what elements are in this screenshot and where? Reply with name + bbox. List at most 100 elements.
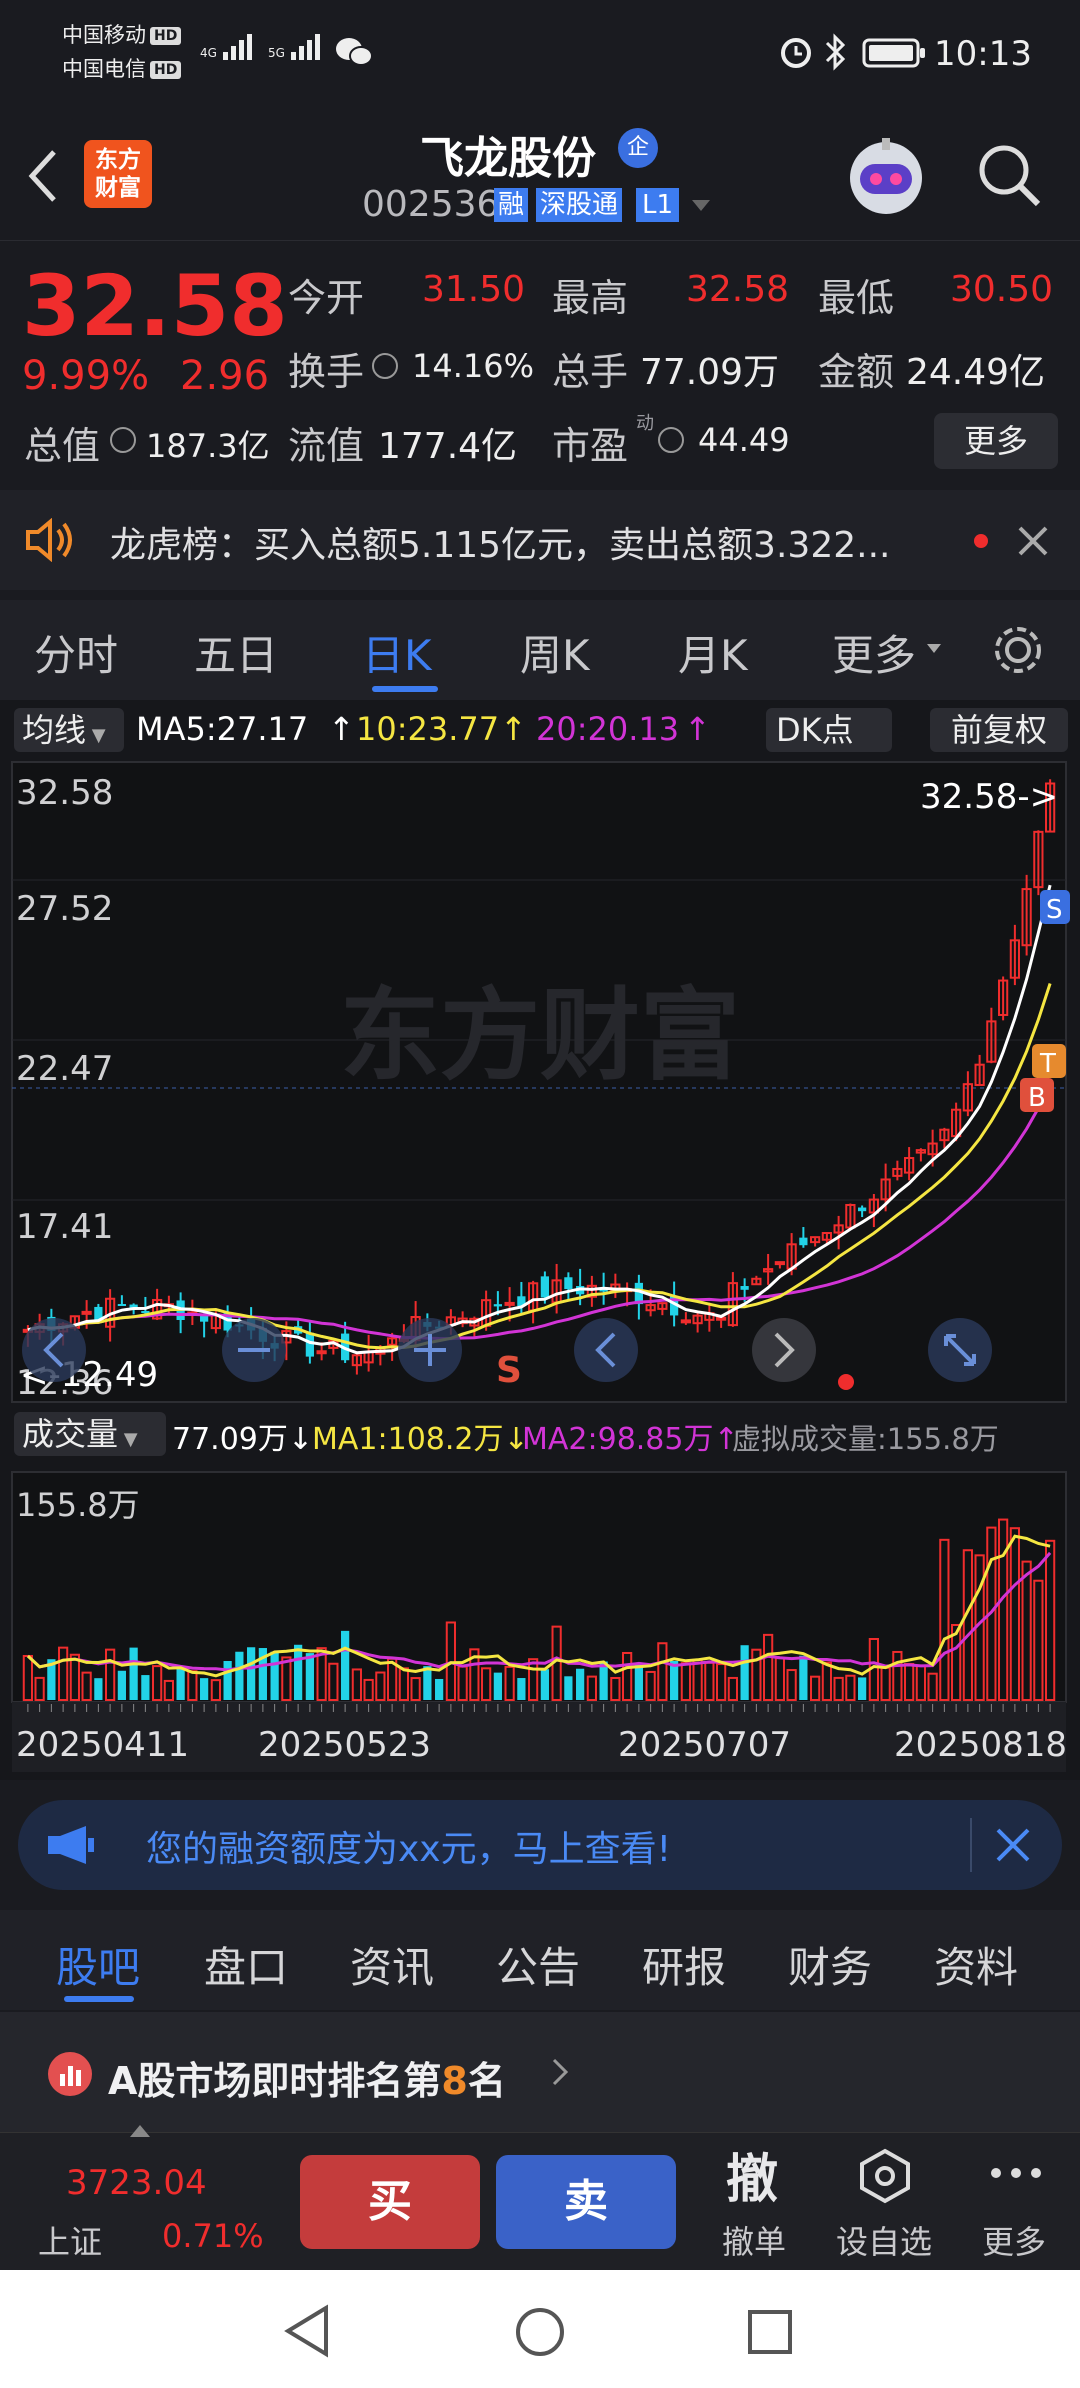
low-label: 最低	[818, 276, 895, 320]
mcap-value: 187.3亿	[146, 427, 270, 465]
ma-indicator-select[interactable]: 均线 ▼	[14, 708, 124, 752]
kline-chart-area[interactable]: 均线 ▼ MA5:27.17 ↑ 10:23.77 ↑ 20:20.13 ↑ D…	[0, 700, 1080, 1780]
ma20-label: 20:20.13	[536, 710, 680, 748]
info-icon[interactable]	[658, 427, 684, 453]
volume-bar	[540, 1669, 549, 1700]
status-bar: 中国移动 HD 中国电信 HD 4G 5G 10:13	[0, 0, 1080, 110]
date-label: 20250411	[16, 1725, 189, 1765]
volume-indicator-select[interactable]: 成交量 ▼	[14, 1412, 166, 1456]
signal-dot	[838, 1374, 854, 1390]
chevron-down-icon[interactable]	[690, 198, 712, 218]
tab-announcements[interactable]: 公告	[496, 1934, 580, 1995]
more-label[interactable]: 更多	[982, 2217, 1046, 2263]
tab-weekly-k[interactable]: 周K	[520, 622, 590, 683]
volume-bar	[94, 1678, 103, 1700]
period-tabs: 分时 五日 日K 周K 月K 更多	[0, 600, 1080, 700]
volume-bar	[517, 1678, 526, 1700]
last-price: 32.58	[22, 257, 288, 355]
candle-body	[117, 1304, 126, 1307]
pct-change: 9.99%	[22, 353, 150, 399]
tab-forum[interactable]: 股吧	[56, 1934, 140, 1995]
volume-bar	[493, 1672, 502, 1700]
volume-bar	[576, 1668, 585, 1700]
candle-body	[305, 1332, 314, 1357]
dragon-tiger-notice[interactable]: 龙虎榜：买入总额5.115亿元，卖出总额3.322...	[0, 490, 1080, 590]
chevron-down-icon	[926, 640, 942, 659]
close-icon[interactable]	[994, 1826, 1032, 1868]
float-value: 177.4亿	[378, 426, 518, 467]
open-value: 31.50	[422, 269, 526, 310]
margin-quota-banner[interactable]: 您的融资额度为xx元，马上查看!	[18, 1800, 1062, 1890]
gear-icon[interactable]	[990, 622, 1046, 682]
scroll-left-icon[interactable]	[22, 1318, 86, 1382]
info-icon[interactable]	[372, 353, 398, 379]
prev-icon[interactable]	[574, 1318, 638, 1382]
adjust-mode-button[interactable]: 前复权	[930, 708, 1068, 752]
dk-point-button[interactable]: DK点	[766, 708, 892, 752]
market-rank-row[interactable]: A股市场即时排名第8名	[0, 2012, 1080, 2132]
pe-dynamic-mark: 动	[636, 413, 654, 434]
zoom-out-icon[interactable]	[222, 1318, 286, 1382]
tab-financials[interactable]: 财务	[788, 1934, 872, 1995]
bluetooth-icon	[822, 32, 848, 76]
more-dots-icon[interactable]	[988, 2163, 1044, 2187]
cancel-order-icon[interactable]: 撤	[726, 2137, 778, 2212]
mcap-label: 总值	[24, 424, 101, 468]
eastmoney-logo[interactable]: 东方 财富	[84, 140, 152, 208]
fullscreen-icon[interactable]	[928, 1318, 992, 1382]
more-button[interactable]: 更多	[934, 413, 1058, 469]
nav-home-icon[interactable]	[514, 2306, 566, 2362]
marker-text: T	[1039, 1049, 1056, 1079]
close-icon[interactable]	[1016, 524, 1050, 562]
tab-research[interactable]: 研报	[642, 1934, 726, 1995]
sell-button[interactable]: 卖	[496, 2155, 676, 2249]
add-watchlist-label[interactable]: 设自选	[836, 2217, 932, 2263]
volume-bar	[294, 1644, 303, 1700]
volume-bar	[117, 1670, 126, 1700]
candle-body	[316, 1350, 327, 1355]
index-name[interactable]: 上证	[38, 2217, 102, 2263]
tab-profile[interactable]: 资料	[934, 1934, 1018, 1995]
tab-orderbook[interactable]: 盘口	[204, 1934, 288, 1995]
buy-button[interactable]: 买	[300, 2155, 480, 2249]
nav-recents-icon[interactable]	[746, 2308, 794, 2360]
index-value[interactable]: 3723.04	[66, 2163, 207, 2203]
pe-label: 市盈	[552, 424, 629, 468]
volume-bar	[305, 1653, 314, 1700]
volume-label: 总手	[552, 350, 629, 394]
search-icon[interactable]	[974, 140, 1044, 214]
zoom-in-icon[interactable]	[398, 1318, 462, 1382]
vol-max-label: 155.8万	[16, 1486, 140, 1524]
system-nav-bar	[0, 2270, 1080, 2388]
robot-assistant-icon[interactable]	[842, 134, 930, 226]
index-pct[interactable]: 0.71%	[162, 2217, 264, 2255]
info-icon[interactable]	[110, 427, 136, 453]
next-icon[interactable]	[752, 1318, 816, 1382]
ma10-label: 10:23.77	[356, 710, 500, 748]
wechat-icon	[334, 36, 374, 72]
date-label: 20250523	[258, 1725, 431, 1765]
candle-body	[564, 1277, 573, 1290]
watchlist-icon[interactable]	[856, 2147, 914, 2209]
signal-icon-1: 4G	[200, 32, 255, 60]
y-label: 27.52	[16, 889, 113, 929]
tab-minute[interactable]: 分时	[34, 622, 118, 683]
tab-monthly-k[interactable]: 月K	[678, 622, 748, 683]
amount-value: 24.49亿	[906, 352, 1046, 393]
back-icon[interactable]	[22, 146, 62, 210]
candle-body	[799, 1237, 808, 1246]
battery-icon	[862, 38, 926, 72]
chevron-up-icon[interactable]	[128, 2123, 152, 2143]
tab-news[interactable]: 资讯	[350, 1934, 434, 1995]
up-arrow-icon: ↑	[500, 710, 527, 748]
amount-label: 金额	[818, 350, 895, 394]
nav-back-icon[interactable]	[282, 2304, 332, 2362]
megaphone-icon	[46, 1824, 96, 1870]
high-value: 32.58	[686, 269, 790, 310]
cancel-order-label[interactable]: 撤单	[722, 2217, 786, 2263]
notice-text: 龙虎榜：买入总额5.115亿元，卖出总额3.322...	[110, 525, 891, 566]
tab-five-day[interactable]: 五日	[194, 622, 278, 683]
stock-code: 002536	[362, 184, 500, 225]
tab-more[interactable]: 更多	[832, 622, 916, 683]
tab-daily-k[interactable]: 日K	[362, 622, 432, 683]
